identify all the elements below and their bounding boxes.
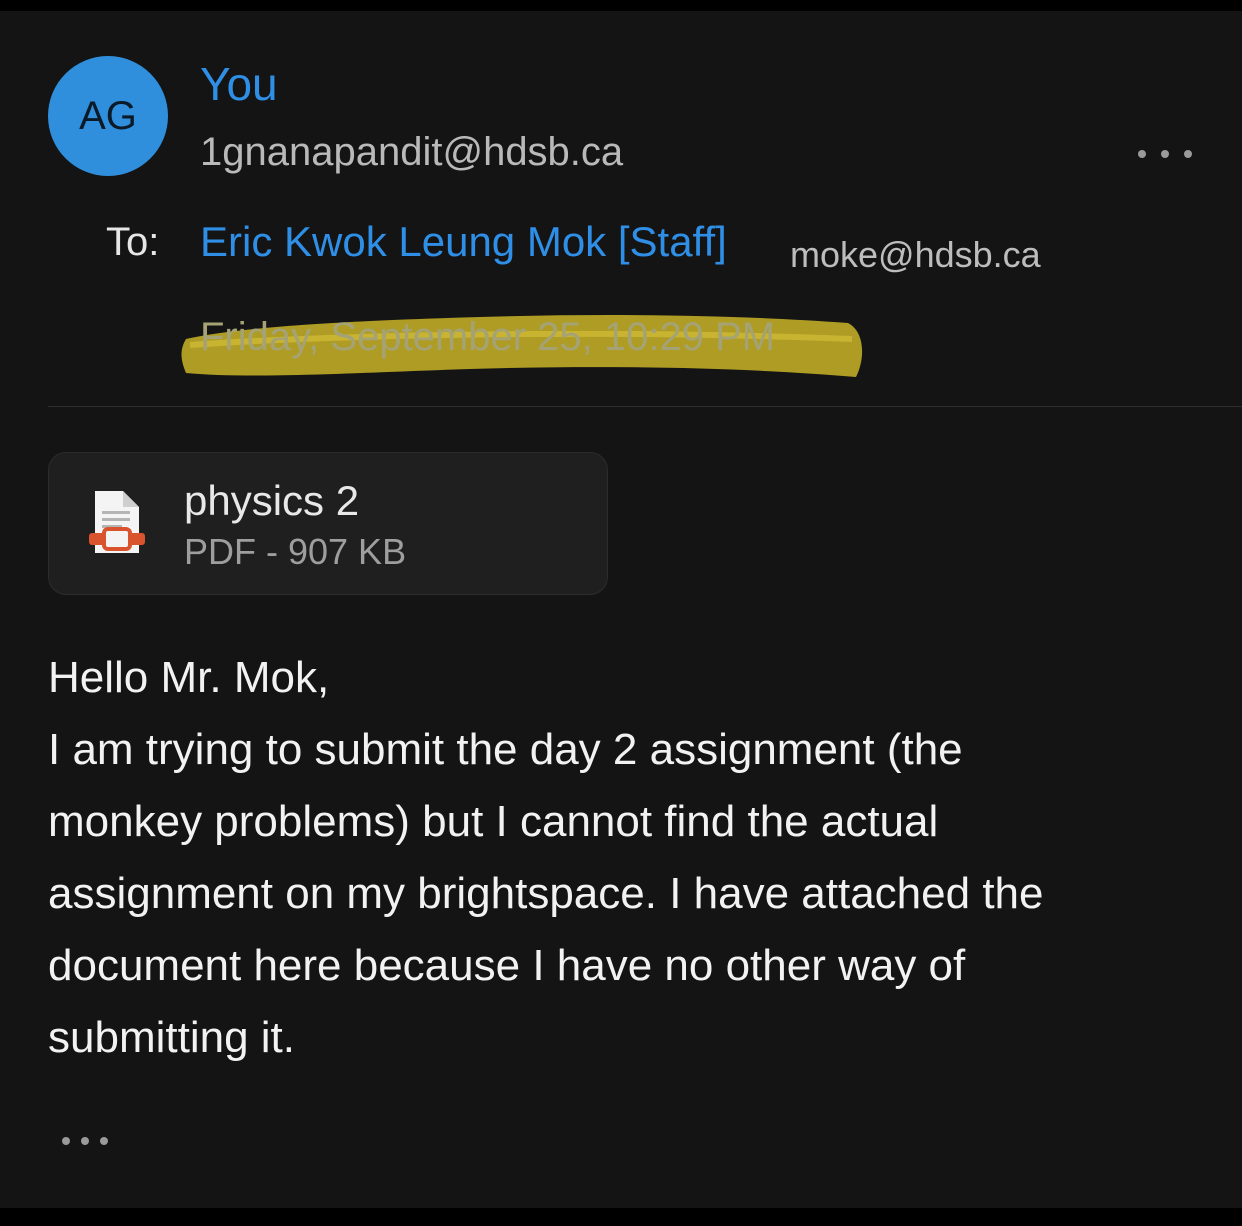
sender-email: 1gnanapandit@hdsb.ca (200, 130, 624, 174)
ellipsis-icon (62, 1137, 70, 1145)
avatar-initials: AG (79, 93, 137, 138)
sender-name[interactable]: You (200, 61, 278, 107)
more-options-button[interactable] (1138, 139, 1192, 169)
attachment-meta: PDF - 907 KB (184, 531, 407, 572)
message-line: assignment on my brightspace. I have att… (48, 869, 1044, 918)
message-line: submitting it. (48, 1013, 295, 1062)
recipient-name[interactable]: Eric Kwok Leung Mok [Staff] (200, 221, 727, 263)
avatar[interactable]: AG (48, 56, 168, 176)
show-quoted-text-button[interactable] (62, 1133, 108, 1149)
sent-date: Friday, September 25, 10:29 PM (180, 301, 870, 391)
message-line: Hello Mr. Mok, (48, 653, 330, 702)
pdf-file-icon (89, 491, 145, 553)
more-horizontal-icon (1138, 150, 1146, 158)
attachment-card[interactable]: physics 2 PDF - 907 KB (48, 452, 608, 595)
recipient-email: moke@hdsb.ca (790, 234, 1041, 275)
sent-date-text: Friday, September 25, 10:29 PM (200, 315, 776, 359)
message-line: monkey problems) but I cannot find the a… (48, 797, 939, 846)
message-line: I am trying to submit the day 2 assignme… (48, 725, 963, 774)
to-label: To: (106, 220, 160, 264)
email-message-view: AG You 1gnanapandit@hdsb.ca To: Eric Kwo… (0, 11, 1242, 1208)
message-line: document here because I have no other wa… (48, 941, 966, 990)
header-divider (48, 406, 1242, 407)
attachment-name: physics 2 (184, 477, 360, 524)
message-body: Hello Mr. Mok, I am trying to submit the… (48, 642, 1198, 1074)
